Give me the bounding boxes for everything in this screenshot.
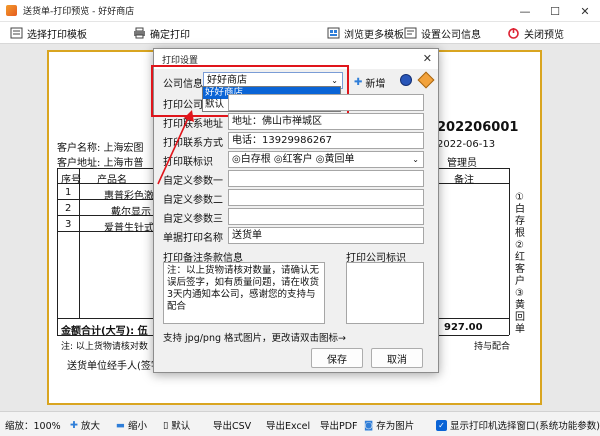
toolbar: 选择打印模板 确定打印 浏览更多模板 设置公司信息 关闭预览 [0,22,600,44]
annotation-arrow [157,110,194,185]
export-excel-button[interactable]: 导出Excel [266,418,310,432]
browse-icon [327,27,340,39]
save-button[interactable]: 保存 [311,348,363,368]
confirm-print-label: 确定打印 [150,29,190,41]
window-titlebar: 送货单-打印预览 - 好好商店 — ☐ ✕ [0,0,600,22]
header-remark: 备注 [454,175,474,186]
operator: 管理员 [447,158,477,169]
template-icon [10,27,23,39]
set-company-label: 设置公司信息 [421,29,481,41]
close-button[interactable]: ✕ [570,0,600,22]
row-product: 戴尔显示 [111,207,151,218]
select-template-button[interactable]: 选择打印模板 [10,25,87,41]
image-hint: 支持 jpg/png 格式图片，更改请双击图标→ [163,333,346,344]
zoom-in-label: 放大 [80,421,100,432]
doc-name-label: 单据打印名称 [163,233,223,244]
printer-icon [134,27,145,39]
help-icon[interactable] [400,74,412,86]
window-title: 送货单-打印预览 - 好好商店 [23,7,135,17]
copy-marks-select[interactable]: ◎白存根 ◎红客户 ◎黄回单 ⌄ [228,151,424,168]
save-image-button[interactable]: ◙ 存为图片 [364,418,415,433]
print-company-input[interactable] [228,94,424,111]
row-product: 爱普生针式 [104,223,154,234]
browse-templates-button[interactable]: 浏览更多模板 [327,25,404,41]
close-preview-button[interactable]: 关闭预览 [507,25,564,41]
copy-marks-value: ◎白存根 ◎红客户 ◎黄回单 [232,154,355,165]
zoom-in-button[interactable]: ✚ 放大 [70,418,100,433]
power-icon [508,28,519,39]
row-product: 惠普彩色激 [104,191,154,202]
custom-param-3-input[interactable] [228,208,424,225]
close-preview-label: 关闭预览 [524,29,564,41]
contact-address-input[interactable]: 地址：佛山市禅城区 [228,113,424,130]
row-no: 2 [65,203,72,214]
default-label: 默认 [171,421,191,432]
total-value: 927.00 [444,322,483,333]
zoom-level: 缩放：100% [5,421,61,432]
maximize-button[interactable]: ☐ [540,0,570,22]
chevron-down-icon: ⌄ [412,155,419,164]
add-label: 新增 [365,79,386,90]
table-border-left [57,168,58,335]
show-printer-toggle[interactable]: ✓ 显示打印机选择窗口(系统功能参数) [436,418,600,432]
export-pdf-button[interactable]: 导出PDF [320,418,358,432]
zoom-out-icon: ▬ [116,419,125,431]
cancel-button[interactable]: 取消 [371,348,423,368]
status-bar: 缩放：100% ✚ 放大 ▬ 缩小 ▯ 默认 导出CSV 导出Excel 导出PDF … [0,411,600,436]
customer-name: 客户名称: 上海宏图 [57,143,144,154]
total-label: 金额合计(大写): 伍 [61,326,148,337]
remark-textarea[interactable]: 注：以上货物请核对数量，请确认无误后签字，如有质量问题，请在收货3天内通知本公司… [163,262,325,324]
row-no: 1 [65,187,72,198]
document-date: 2022-06-13 [437,139,496,150]
add-company-button[interactable]: ✚ 新增 [354,75,385,90]
signer: 送货单位经手人(签字 [67,361,161,372]
zoom-out-label: 缩小 [127,421,147,432]
table-col-line [79,168,80,318]
logo-image-box[interactable] [346,262,424,324]
default-zoom-button[interactable]: ▯ 默认 [163,418,191,433]
row-no: 3 [65,219,72,230]
company-icon [404,27,417,39]
header-no: 序号 [61,175,81,186]
dialog-title: 打印设置 [162,55,199,66]
custom-param-1-input[interactable] [228,170,424,187]
contact-phone-input[interactable]: 电话：13929986267 [228,132,424,149]
export-csv-button[interactable]: 导出CSV [213,418,251,432]
footer-note-right: 持与配合 [474,342,511,352]
zoom-out-button[interactable]: ▬ 缩小 [116,418,147,433]
custom-param-2-input[interactable] [228,189,424,206]
footer-note: 注: 以上货物请核对数 [61,342,148,352]
show-printer-label: 显示打印机选择窗口(系统功能参数) [450,421,600,432]
image-icon: ◙ [364,419,374,431]
plus-icon: ✚ [354,77,363,88]
copy-side-note: ①白存根②红客户③黄回单 [515,192,525,335]
browse-templates-label: 浏览更多模板 [344,29,404,41]
select-template-label: 选择打印模板 [27,29,87,41]
dialog-close-button[interactable]: ✕ [423,52,432,65]
checkbox-checked-icon[interactable]: ✓ [436,419,447,431]
save-image-label: 存为图片 [376,421,415,432]
app-icon [6,5,17,16]
minimize-button[interactable]: — [510,0,540,22]
document-number: 202206001 [437,120,519,135]
confirm-print-button[interactable]: 确定打印 [133,25,190,41]
custom-param-2-label: 自定义参数二 [163,195,223,206]
table-border-right [509,168,510,335]
window-controls: — ☐ ✕ [510,0,600,22]
customer-address: 客户地址: 上海市普 [57,158,144,169]
custom-param-3-label: 自定义参数三 [163,214,223,225]
page-icon: ▯ [163,419,169,431]
header-product: 产品名 [97,175,127,186]
doc-name-input[interactable]: 送货单 [228,227,424,244]
set-company-button[interactable]: 设置公司信息 [404,25,481,41]
zoom-in-icon: ✚ [70,419,78,431]
